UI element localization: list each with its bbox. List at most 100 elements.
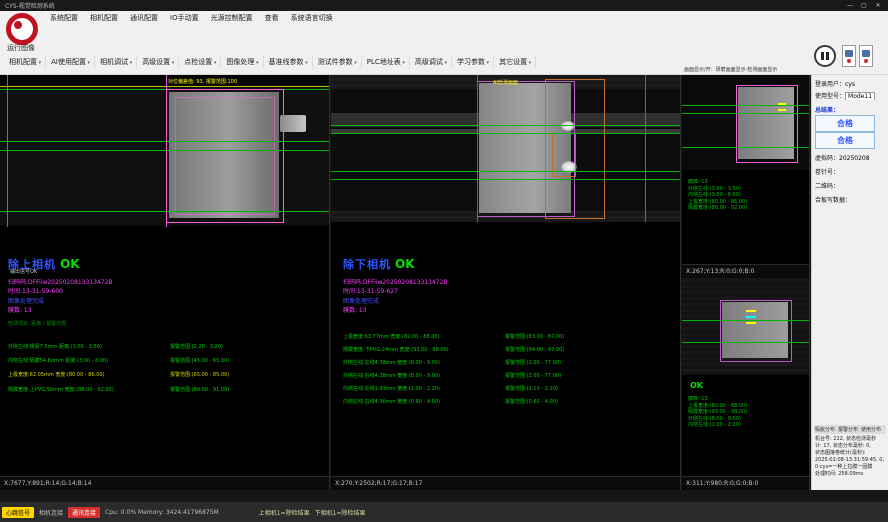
thumb-line: 隔膜宽度:(88.00 - 92.00) bbox=[688, 205, 807, 212]
measurement-row: 隔膜宽度-上PVG:56mm 宽度:(88.00 - 92.00) 报警范围:(… bbox=[8, 386, 327, 393]
virtual-code-label: 虚拟码： bbox=[815, 155, 839, 162]
toolbar-tab[interactable]: 相机调试 bbox=[95, 55, 137, 69]
toolbar-tab[interactable]: 高级设置 bbox=[137, 55, 179, 69]
guide-line bbox=[477, 75, 478, 222]
lower-camera-result-text: 下相机1=除检结果 bbox=[315, 508, 366, 517]
result-box-upper: 合格 bbox=[815, 115, 875, 132]
overlay-mark bbox=[778, 103, 786, 105]
measurement-header-row: 检测项目: 距离 / 报警范围 bbox=[8, 320, 327, 327]
guide-line bbox=[331, 171, 680, 172]
display-toggle-label: 画面显示/开：研磨画面显示·检测画面显示 bbox=[684, 66, 810, 73]
minimize-button[interactable]: — bbox=[843, 2, 857, 9]
tool-button-1[interactable] bbox=[842, 45, 856, 67]
overlay-measure-text: 对位偏差值: 93, 报警范围:100 bbox=[168, 78, 237, 85]
measurement-text: 上极宽度:62.05mm 宽度:(80.00 - 86.00) bbox=[8, 371, 170, 378]
toolbar-tab[interactable]: 高级调试 bbox=[410, 55, 452, 69]
guide-line bbox=[682, 113, 809, 114]
board-write-label: 合板写数据： bbox=[815, 195, 886, 204]
camera-icon bbox=[862, 50, 870, 57]
measurement-row: 隔膜宽度-下PVG:24mm 宽度:(93.00 - 98.00) 报警范围:(… bbox=[343, 346, 678, 353]
cursor-readout: X:267;Y:13;R:0;G:0;B:0 bbox=[682, 264, 809, 278]
toolbar-tab[interactable]: 学习参数 bbox=[452, 55, 494, 69]
toolbar-tab[interactable]: 基准线参数 bbox=[264, 55, 313, 69]
measurement-row: 内侧左线:隔膜54.60mm 距离:(3.00 - 6.00) 报警范围:(45… bbox=[8, 357, 327, 364]
app-logo-icon bbox=[6, 13, 38, 45]
stats-line: 2025:02:08-13:31:59:45, 0, bbox=[815, 457, 886, 464]
cursor-readout: X:311;Y:980;R:0;G:0;B:0 bbox=[682, 476, 809, 490]
measurement-text: 内侧左线:隔膜54.60mm 距离:(3.00 - 6.00) bbox=[8, 357, 170, 364]
stats-tab[interactable]: 瑕疵分布 bbox=[815, 426, 835, 433]
model-row: 使用型号：Mode11 bbox=[815, 91, 886, 100]
toolbar-tab[interactable]: PLC地址表 bbox=[362, 55, 410, 69]
info-sidebar: 登录用户：cys 使用型号：Mode11 总结果： 合格 合格 虚拟码：2025… bbox=[811, 75, 888, 490]
virtual-code-row: 虚拟码：20250208 bbox=[815, 153, 886, 162]
toolbar-tab[interactable]: 图像处理 bbox=[221, 55, 263, 69]
login-user-value: cys bbox=[845, 81, 855, 88]
guide-line bbox=[331, 125, 680, 126]
measurement-text: 内侧右线:右线4.36mm 宽度:(0.60 - 4.00) bbox=[343, 398, 505, 405]
measurement-row: 上极宽度:62.05mm 宽度:(80.00 - 86.00) 报警范围:(65… bbox=[8, 371, 327, 378]
toolbar-tab[interactable]: 测试件参数 bbox=[313, 55, 362, 69]
upper-camera-view[interactable]: 对位偏差值: 93, 报警范围:100 bbox=[0, 75, 329, 227]
total-result-label: 总结果： bbox=[815, 105, 886, 114]
stats-tab[interactable]: 使用分布 bbox=[861, 426, 881, 433]
process-done-text: 图像处理完成 bbox=[343, 296, 379, 305]
virtual-code-value: 20250208 bbox=[839, 155, 870, 162]
heartbeat-badge: 心跳信号 bbox=[2, 507, 34, 518]
toolbar-tab[interactable]: 相机配置 bbox=[4, 55, 46, 69]
maximize-button[interactable]: ▢ bbox=[857, 2, 871, 9]
menu-item-system-config[interactable]: 系统配置 bbox=[44, 13, 84, 23]
cursor-readout: X:270,Y:2502;R:17;G:17;B:17 bbox=[331, 476, 680, 490]
menu-item-language[interactable]: 系统语言切换 bbox=[285, 13, 339, 23]
stats-tab[interactable]: 报警分布 bbox=[838, 426, 858, 433]
stats-line: 0:cys=一种上拉膜一固膜 bbox=[815, 464, 886, 471]
thumbnail-view-2[interactable] bbox=[682, 280, 809, 375]
process-done-text: 图像处理完成 bbox=[8, 296, 44, 305]
roi-rect bbox=[720, 300, 792, 362]
run-view-label: 运行图像 bbox=[7, 43, 35, 53]
barcode-text: 扫码码:DFFiiw2025020813313472B bbox=[343, 277, 448, 286]
measurement-text: 外侧左线:锡膏7.5mm 距离:(3.00 - 3.50) bbox=[8, 343, 170, 350]
login-user-row: 登录用户：cys bbox=[815, 79, 886, 88]
measurement-text: 上极宽度:63.77mm 宽度:(82.00 - 88.00) bbox=[343, 333, 505, 340]
thumbnail-panel-1: 膜数: 13 外侧左线:(3.00 - 3.50) 内侧左线:(3.00 - 6… bbox=[682, 75, 810, 278]
stats-line: 状态图接卷统计(毫秒): bbox=[815, 450, 886, 457]
measurement-row: 外侧左线:锡膏7.5mm 距离:(3.00 - 3.50) 报警范围:(2.20… bbox=[8, 343, 327, 350]
measurement-text: 隔膜宽度-上PVG:56mm 宽度:(88.00 - 92.00) bbox=[8, 386, 170, 393]
toolbar-tab[interactable]: 点检设置 bbox=[179, 55, 221, 69]
menu-item-comm-config[interactable]: 通讯配置 bbox=[124, 13, 164, 23]
overlay-mark bbox=[746, 316, 756, 318]
thumbnail-readout-2: 膜数: 13 上极宽度:(82.00 - 88.00) 隔膜宽度:(93.00 … bbox=[688, 396, 807, 429]
alarm-range-text: 报警范围:(94.00 - 97.00) bbox=[505, 346, 678, 353]
menu-item-view[interactable]: 查看 bbox=[259, 13, 285, 23]
lower-camera-view[interactable]: AI检测画面 bbox=[331, 75, 680, 222]
stats-block: 机台号: 222, 状态检测毫秒 计: 17, 状态分布毫秒: 0, 状态图接卷… bbox=[815, 436, 886, 478]
tool-button-2[interactable] bbox=[859, 45, 873, 67]
guide-line bbox=[645, 75, 646, 222]
thumbnail-view-1[interactable] bbox=[682, 75, 809, 170]
thumbnail-readout-1: 膜数: 13 外侧左线:(3.00 - 3.50) 内侧左线:(3.00 - 6… bbox=[688, 179, 807, 212]
pause-icon bbox=[826, 52, 829, 60]
toolbar-tab[interactable]: AI使用配置 bbox=[46, 55, 95, 69]
qr-code-label: 二维码： bbox=[815, 181, 886, 190]
toolbar-tab[interactable]: 其它设置 bbox=[494, 55, 536, 69]
roi-rect-inner bbox=[175, 97, 275, 215]
measurement-row: 上极宽度:63.77mm 宽度:(82.00 - 88.00) 报警范围:(83… bbox=[343, 333, 678, 340]
camera-icon bbox=[845, 50, 853, 57]
measurement-text: 内侧左线:左线1.93mm 宽度:(1.00 - 2.20) bbox=[343, 385, 505, 392]
menu-item-io-manual[interactable]: IO手动置 bbox=[164, 13, 205, 23]
measurement-text: 外侧左线:左线4.38mm 宽度:(8.00 - 9.00) bbox=[343, 359, 505, 366]
camera-name-text: 除下相机 bbox=[343, 258, 391, 271]
film-count-text: 膜数: 13 bbox=[343, 305, 367, 314]
cursor-readout: X:7677,Y:891;R:14;G:14;B:14 bbox=[0, 476, 329, 490]
alarm-range-text: 报警范围:(65.00 - 85.00) bbox=[170, 371, 327, 378]
overlay-mark bbox=[746, 310, 756, 312]
menu-item-light-control[interactable]: 光源控制配置 bbox=[205, 13, 259, 23]
pause-button[interactable] bbox=[814, 45, 836, 67]
measurement-text: 检测项目: 距离 / 报警范围 bbox=[8, 320, 170, 327]
alarm-range-text: 报警范围:(2.00 - 77.00) bbox=[505, 359, 678, 366]
close-button[interactable]: ✕ bbox=[871, 2, 885, 9]
model-select[interactable]: Mode11 bbox=[845, 92, 875, 100]
menu-item-camera-config[interactable]: 相机配置 bbox=[84, 13, 124, 23]
app-window: CYS-视觉检测系统 — ▢ ✕ 系统配置 相机配置 通讯配置 IO手动置 光源… bbox=[0, 0, 888, 522]
